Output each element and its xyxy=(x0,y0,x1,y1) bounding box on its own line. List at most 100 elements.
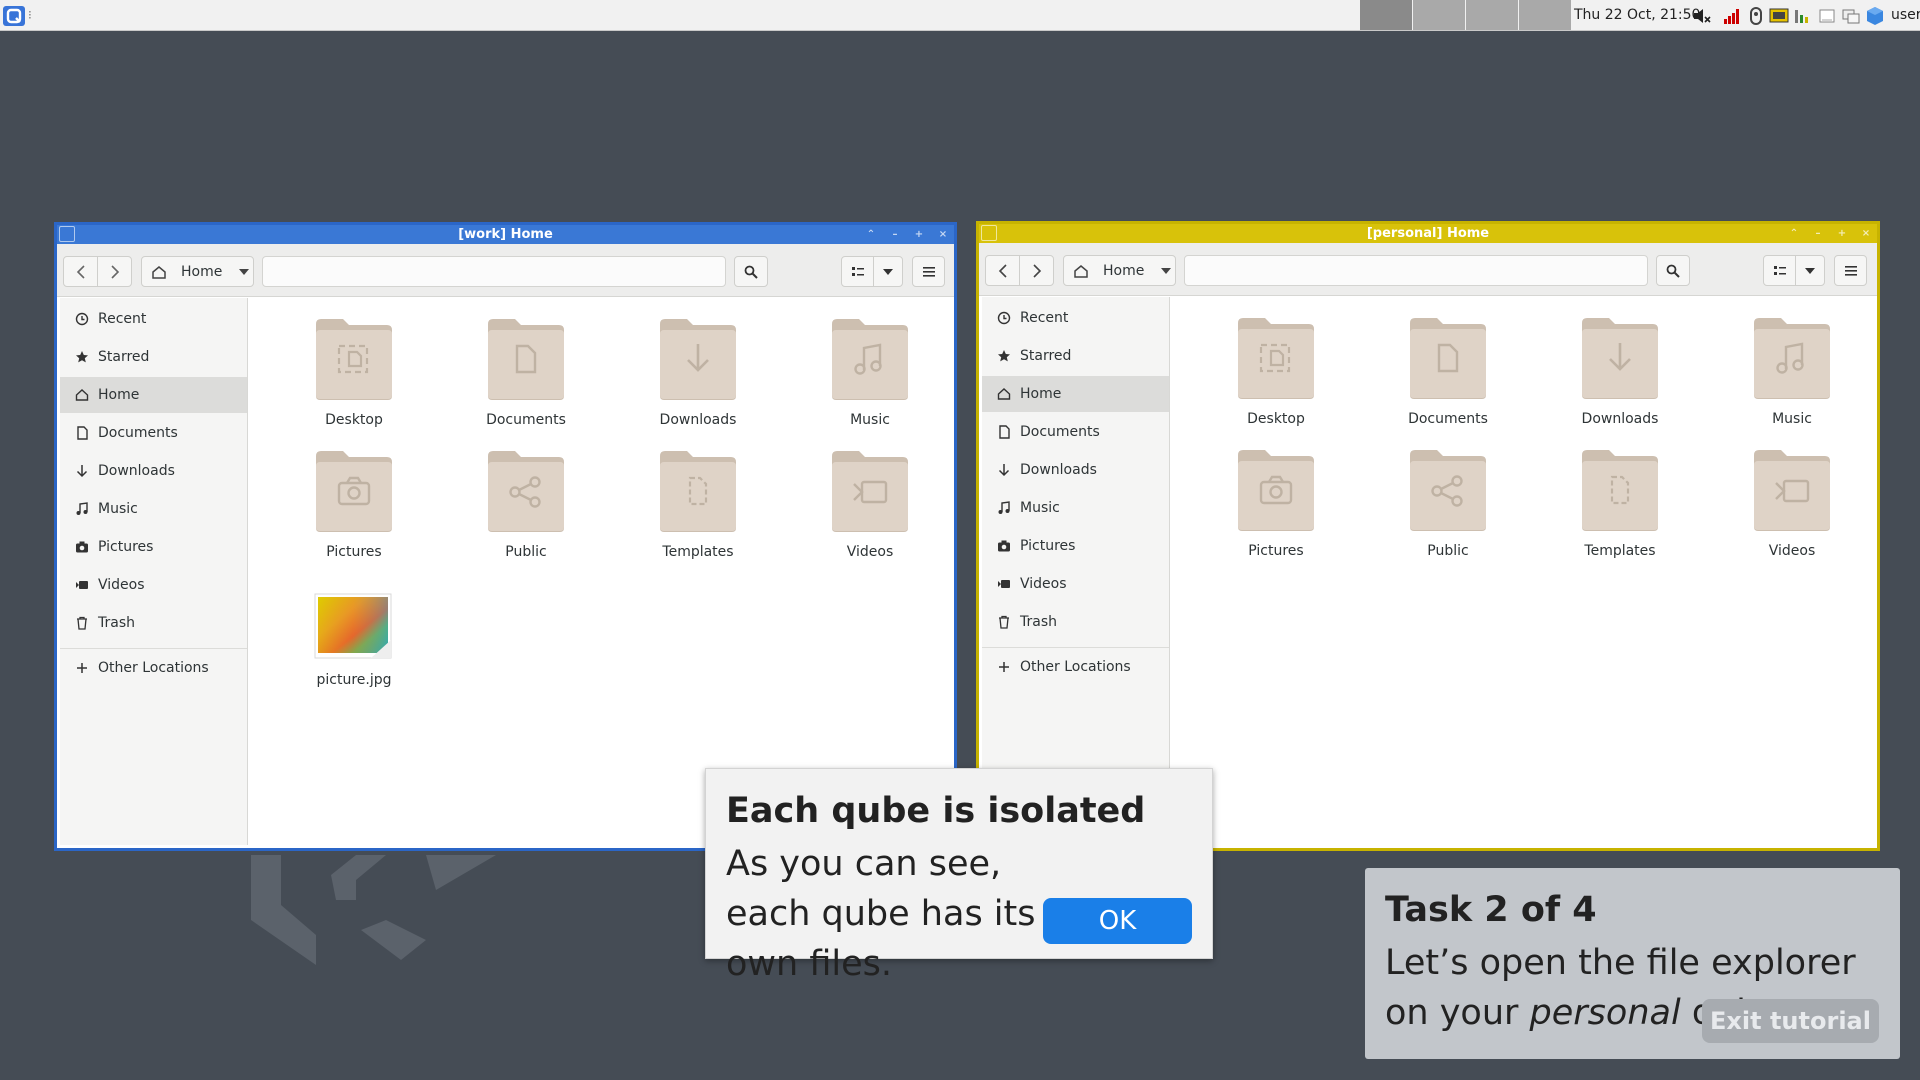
folder-videos[interactable]: Videos xyxy=(805,448,935,560)
qubes-menu-button[interactable] xyxy=(3,6,25,26)
maximize-icon[interactable]: + xyxy=(910,226,928,242)
minimize-icon[interactable]: – xyxy=(1809,225,1827,241)
workspace-1[interactable] xyxy=(1360,0,1412,30)
shade-icon[interactable]: ⌃ xyxy=(1785,225,1803,241)
folder-documents[interactable]: Documents xyxy=(1383,315,1513,427)
sidebar-item-documents[interactable]: Documents xyxy=(60,415,247,451)
folder-music[interactable]: Music xyxy=(1727,315,1857,427)
shade-icon[interactable]: ⌃ xyxy=(862,226,880,242)
exit-tutorial-button[interactable]: Exit tutorial xyxy=(1702,999,1879,1043)
sidebar-item-pictures[interactable]: Pictures xyxy=(982,528,1169,564)
close-icon[interactable]: × xyxy=(934,226,952,242)
home-icon xyxy=(74,387,90,403)
forward-button[interactable] xyxy=(1019,255,1054,286)
sidebar-item-trash[interactable]: Trash xyxy=(982,604,1169,640)
sidebar-item-starred[interactable]: Starred xyxy=(60,339,247,375)
sidebar-item-starred[interactable]: Starred xyxy=(982,338,1169,374)
folder-music[interactable]: Music xyxy=(805,316,935,428)
search-button[interactable] xyxy=(734,256,768,287)
clipboard-icon[interactable] xyxy=(1840,5,1862,27)
sidebar-item-label: Other Locations xyxy=(1020,659,1131,675)
back-arrow-icon xyxy=(998,263,1007,278)
sidebar-item-other-locations[interactable]: Other Locations xyxy=(982,649,1169,685)
user-menu[interactable]: user xyxy=(1891,7,1920,23)
window-menu-icon[interactable] xyxy=(59,226,75,242)
sidebar-item-downloads[interactable]: Downloads xyxy=(60,453,247,489)
view-options-button[interactable] xyxy=(1795,255,1825,286)
folder-downloads[interactable]: Downloads xyxy=(633,316,763,428)
sidebar-item-trash[interactable]: Trash xyxy=(60,605,247,641)
places-sidebar: Recent Starred Home Documents Downloads Music… xyxy=(982,297,1170,845)
location-entry[interactable] xyxy=(262,256,726,287)
sidebar-item-recent[interactable]: Recent xyxy=(982,300,1169,336)
sidebar-item-label: Pictures xyxy=(1020,538,1076,554)
path-bar-home-button[interactable]: Home xyxy=(141,256,254,287)
back-button[interactable] xyxy=(63,256,98,287)
folder-desktop[interactable]: Desktop xyxy=(1211,315,1341,427)
window-menu-icon[interactable] xyxy=(981,225,997,241)
folder-desktop[interactable]: Desktop xyxy=(289,316,419,428)
sidebar-item-label: Videos xyxy=(98,577,145,593)
folder-videos[interactable]: Videos xyxy=(1727,447,1857,559)
folder-documents[interactable]: Documents xyxy=(461,316,591,428)
pictures-folder-icon xyxy=(1235,447,1317,537)
minimize-icon[interactable]: – xyxy=(886,226,904,242)
sidebar-item-downloads[interactable]: Downloads xyxy=(982,452,1169,488)
workspace-4[interactable] xyxy=(1519,0,1571,30)
folder-templates[interactable]: Templates xyxy=(1555,447,1685,559)
sidebar-item-pictures[interactable]: Pictures xyxy=(60,529,247,565)
sidebar-item-other-locations[interactable]: Other Locations xyxy=(60,650,247,686)
folder-downloads[interactable]: Downloads xyxy=(1555,315,1685,427)
sidebar-item-recent[interactable]: Recent xyxy=(60,301,247,337)
forward-button[interactable] xyxy=(97,256,132,287)
folder-public[interactable]: Public xyxy=(1383,447,1513,559)
view-mode-button[interactable] xyxy=(1763,255,1796,286)
view-options-button[interactable] xyxy=(873,256,903,287)
sidebar-item-home[interactable]: Home xyxy=(982,376,1169,412)
updates-icon[interactable] xyxy=(1817,5,1837,27)
search-icon xyxy=(1666,264,1680,278)
sidebar-item-home[interactable]: Home xyxy=(60,377,247,413)
sidebar-item-label: Recent xyxy=(1020,310,1069,326)
view-mode-button[interactable] xyxy=(841,256,874,287)
dialog-title: Each qube is isolated xyxy=(726,791,1146,831)
plus-icon xyxy=(996,659,1012,675)
network-signal-icon[interactable] xyxy=(1722,5,1742,27)
search-button[interactable] xyxy=(1656,255,1690,286)
places-sidebar: Recent Starred Home Documents Downloads Music… xyxy=(60,298,248,845)
devices-icon[interactable] xyxy=(1746,5,1766,27)
app-menu-button[interactable] xyxy=(1834,255,1867,286)
path-bar-home-button[interactable]: Home xyxy=(1063,255,1176,286)
downloads-folder-icon xyxy=(657,316,739,406)
clock[interactable]: Thu 22 Oct, 21:50 xyxy=(1574,7,1700,23)
sidebar-item-label: Pictures xyxy=(98,539,154,555)
folder-templates[interactable]: Templates xyxy=(633,448,763,560)
sidebar-item-documents[interactable]: Documents xyxy=(982,414,1169,450)
app-menu-button[interactable] xyxy=(912,256,945,287)
sidebar-item-videos[interactable]: Videos xyxy=(982,566,1169,602)
folder-pictures[interactable]: Pictures xyxy=(289,448,419,560)
folder-label: Music xyxy=(850,412,890,428)
domains-widget-icon[interactable] xyxy=(1864,5,1886,27)
close-icon[interactable]: × xyxy=(1857,225,1875,241)
disk-space-icon[interactable] xyxy=(1792,5,1814,27)
location-entry[interactable] xyxy=(1184,255,1648,286)
maximize-icon[interactable]: + xyxy=(1833,225,1851,241)
qube-manager-icon[interactable] xyxy=(1768,5,1790,27)
workspace-2[interactable] xyxy=(1413,0,1465,30)
sidebar-item-videos[interactable]: Videos xyxy=(60,567,247,603)
sidebar-item-music[interactable]: Music xyxy=(60,491,247,527)
workspace-3[interactable] xyxy=(1466,0,1518,30)
window-title: [personal] Home xyxy=(1366,226,1490,241)
back-button[interactable] xyxy=(985,255,1020,286)
volume-muted-icon[interactable] xyxy=(1691,5,1713,27)
file-item[interactable]: picture.jpg xyxy=(289,592,419,688)
templates-folder-icon xyxy=(657,448,739,538)
folder-pictures[interactable]: Pictures xyxy=(1211,447,1341,559)
chevron-down-icon xyxy=(1805,267,1815,274)
folder-public[interactable]: Public xyxy=(461,448,591,560)
ok-button[interactable]: OK xyxy=(1043,898,1192,944)
work-window-titlebar[interactable]: [work] Home ⌃ – + × xyxy=(57,225,954,244)
sidebar-item-music[interactable]: Music xyxy=(982,490,1169,526)
personal-window-titlebar[interactable]: [personal] Home ⌃ – + × xyxy=(979,224,1877,243)
